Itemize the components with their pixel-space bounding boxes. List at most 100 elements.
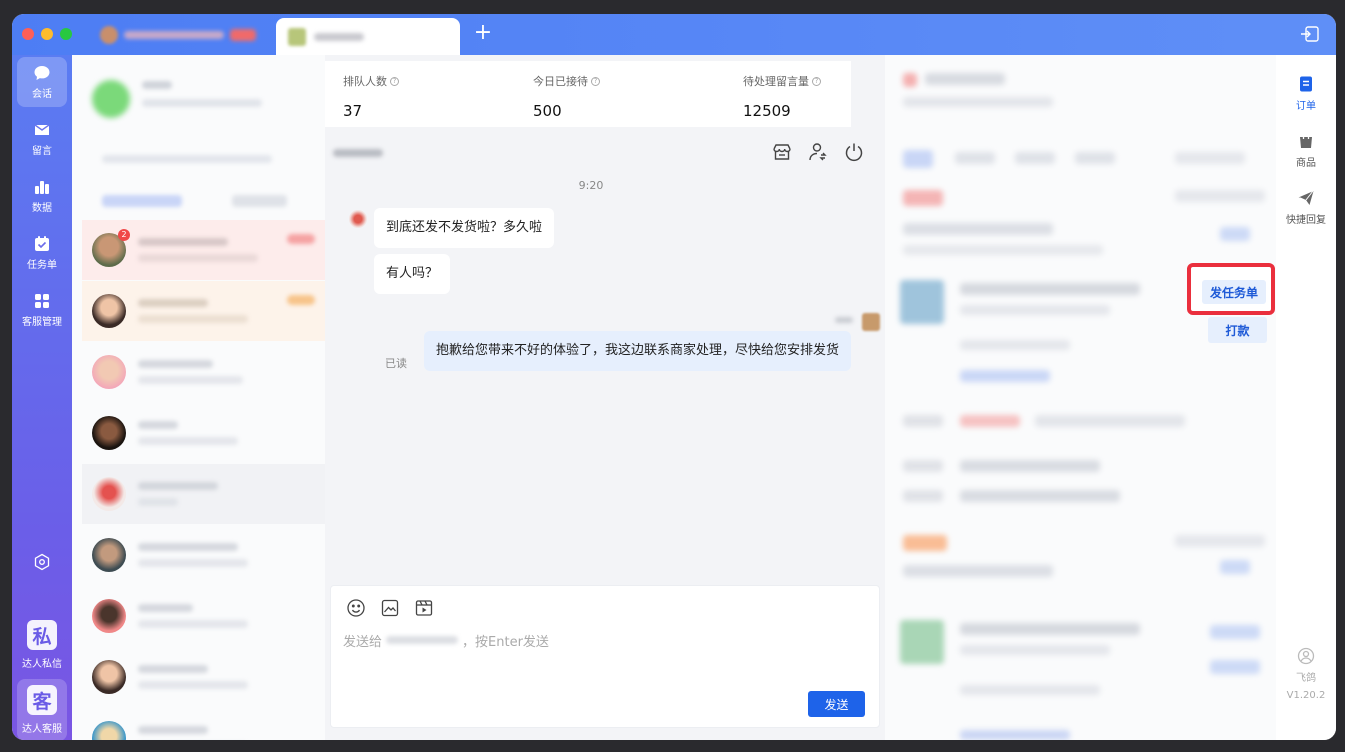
help-icon[interactable]: ?: [591, 76, 600, 86]
list-item[interactable]: [82, 464, 325, 524]
order-id-redacted: [903, 223, 1053, 235]
grid-icon: [35, 294, 49, 308]
order-tab[interactable]: [955, 152, 995, 164]
dispatch-task-button[interactable]: 发任务单: [1202, 280, 1266, 304]
nav-label: 数据: [32, 203, 52, 214]
order-status-tag: [903, 535, 947, 551]
agent-profile-area: [72, 55, 325, 207]
app-label: 达人客服: [22, 724, 62, 735]
nav-item-messages[interactable]: 留言: [17, 114, 67, 164]
chat-panel: 排队人数? 37 今日已接待? 500 待处理留言量? 12509 9:20 到…: [325, 55, 885, 740]
list-item[interactable]: 2: [82, 220, 325, 280]
filter-tab[interactable]: [232, 195, 287, 207]
list-item[interactable]: [82, 708, 325, 740]
list-item[interactable]: [82, 403, 325, 463]
placeholder-suffix: ，按Enter发送: [462, 634, 549, 650]
list-item[interactable]: [82, 342, 325, 402]
power-icon[interactable]: [843, 141, 865, 163]
customer-message: 有人吗？: [374, 254, 451, 294]
order-action[interactable]: [1210, 625, 1260, 639]
tool-orders[interactable]: 订单: [1276, 75, 1336, 112]
product-price-redacted: [960, 685, 1100, 695]
field-value-redacted: [960, 415, 1020, 427]
app-version: V1.20.2: [1286, 690, 1326, 701]
conversation-list-panel: 2: [72, 55, 325, 740]
avatar: [92, 538, 126, 572]
avatar: [92, 599, 126, 633]
order-action[interactable]: [1220, 560, 1250, 574]
maximize-window-button[interactable]: [60, 28, 72, 40]
status-badge: [287, 295, 315, 305]
tool-quick-reply[interactable]: 快捷回复: [1276, 189, 1336, 226]
pay-button[interactable]: 打款: [1208, 317, 1267, 343]
order-tab[interactable]: [1075, 152, 1115, 164]
read-status: 已读: [385, 357, 407, 370]
nav-item-data[interactable]: 数据: [17, 171, 67, 221]
order-action[interactable]: [1210, 660, 1260, 674]
avatar: [92, 294, 126, 328]
app-talent-dm[interactable]: 私 达人私信: [17, 615, 67, 675]
title-bar: +: [12, 14, 1336, 55]
store-icon[interactable]: [771, 141, 793, 163]
shop-avatar: [288, 27, 306, 46]
field-value-redacted: [960, 460, 1100, 472]
message-input[interactable]: 发送给 ，按Enter发送: [343, 630, 863, 650]
product-icon: [1300, 133, 1312, 148]
order-action[interactable]: [1220, 227, 1250, 241]
order-status-tag: [903, 190, 943, 206]
mail-icon: [34, 124, 50, 135]
nav-item-cs-management[interactable]: 客服管理: [17, 285, 67, 335]
add-tab-button[interactable]: +: [471, 22, 495, 46]
search-input[interactable]: [102, 155, 272, 163]
list-item[interactable]: [82, 525, 325, 585]
stat-label: 待处理留言量: [743, 75, 809, 88]
list-item[interactable]: [82, 586, 325, 646]
tool-label: 订单: [1296, 101, 1316, 112]
product-price-redacted: [960, 340, 1070, 350]
settings-icon: [34, 553, 50, 571]
tab-shop-2[interactable]: [276, 18, 460, 55]
product-spec-redacted: [960, 645, 1110, 655]
product-tags: [960, 370, 1050, 382]
settings-button[interactable]: [17, 537, 67, 587]
help-icon[interactable]: ?: [390, 76, 399, 86]
user-label: 飞鸽: [1296, 673, 1316, 684]
shop-avatar: [100, 26, 118, 44]
filter-tab-active[interactable]: [102, 195, 182, 207]
field-value-redacted: [1035, 415, 1185, 427]
nav-item-tasks[interactable]: 任务单: [17, 228, 67, 278]
order-tab[interactable]: [1015, 152, 1055, 164]
order-id-redacted: [903, 565, 1053, 577]
aftersale-links[interactable]: [960, 730, 1070, 740]
list-item[interactable]: [82, 647, 325, 707]
emoji-icon[interactable]: [346, 598, 366, 618]
agent-name-redacted: [835, 317, 853, 323]
order-time-redacted: [1175, 535, 1265, 547]
customer-avatar: [349, 210, 367, 228]
chat-icon: [34, 66, 50, 80]
exit-icon[interactable]: [1300, 25, 1320, 43]
help-icon[interactable]: ?: [812, 76, 821, 86]
tool-label: 快捷回复: [1286, 215, 1326, 226]
nav-item-chat[interactable]: 会话: [17, 57, 67, 107]
app-talent-cs[interactable]: 客 达人客服: [17, 679, 67, 740]
close-window-button[interactable]: [22, 28, 34, 40]
send-button[interactable]: 发送: [808, 691, 865, 717]
order-time-redacted: [1175, 190, 1265, 202]
minimize-window-button[interactable]: [41, 28, 53, 40]
list-item[interactable]: [82, 281, 325, 341]
order-tab-active[interactable]: [903, 150, 933, 168]
order-search[interactable]: [1175, 152, 1245, 164]
field-label: [903, 490, 943, 502]
avatar: [92, 355, 126, 389]
tool-products[interactable]: 商品: [1276, 132, 1336, 169]
user-status[interactable]: 飞鸽: [1276, 647, 1336, 684]
video-icon[interactable]: [414, 598, 434, 618]
stat-value: 500: [533, 102, 562, 120]
order-icon: [1300, 76, 1312, 92]
agent-status-redacted: [142, 99, 262, 107]
stat-pending-messages: 待处理留言量? 12509: [743, 73, 903, 120]
image-icon[interactable]: [380, 598, 400, 618]
transfer-user-icon[interactable]: [807, 141, 829, 163]
tab-shop-1[interactable]: [100, 23, 275, 47]
